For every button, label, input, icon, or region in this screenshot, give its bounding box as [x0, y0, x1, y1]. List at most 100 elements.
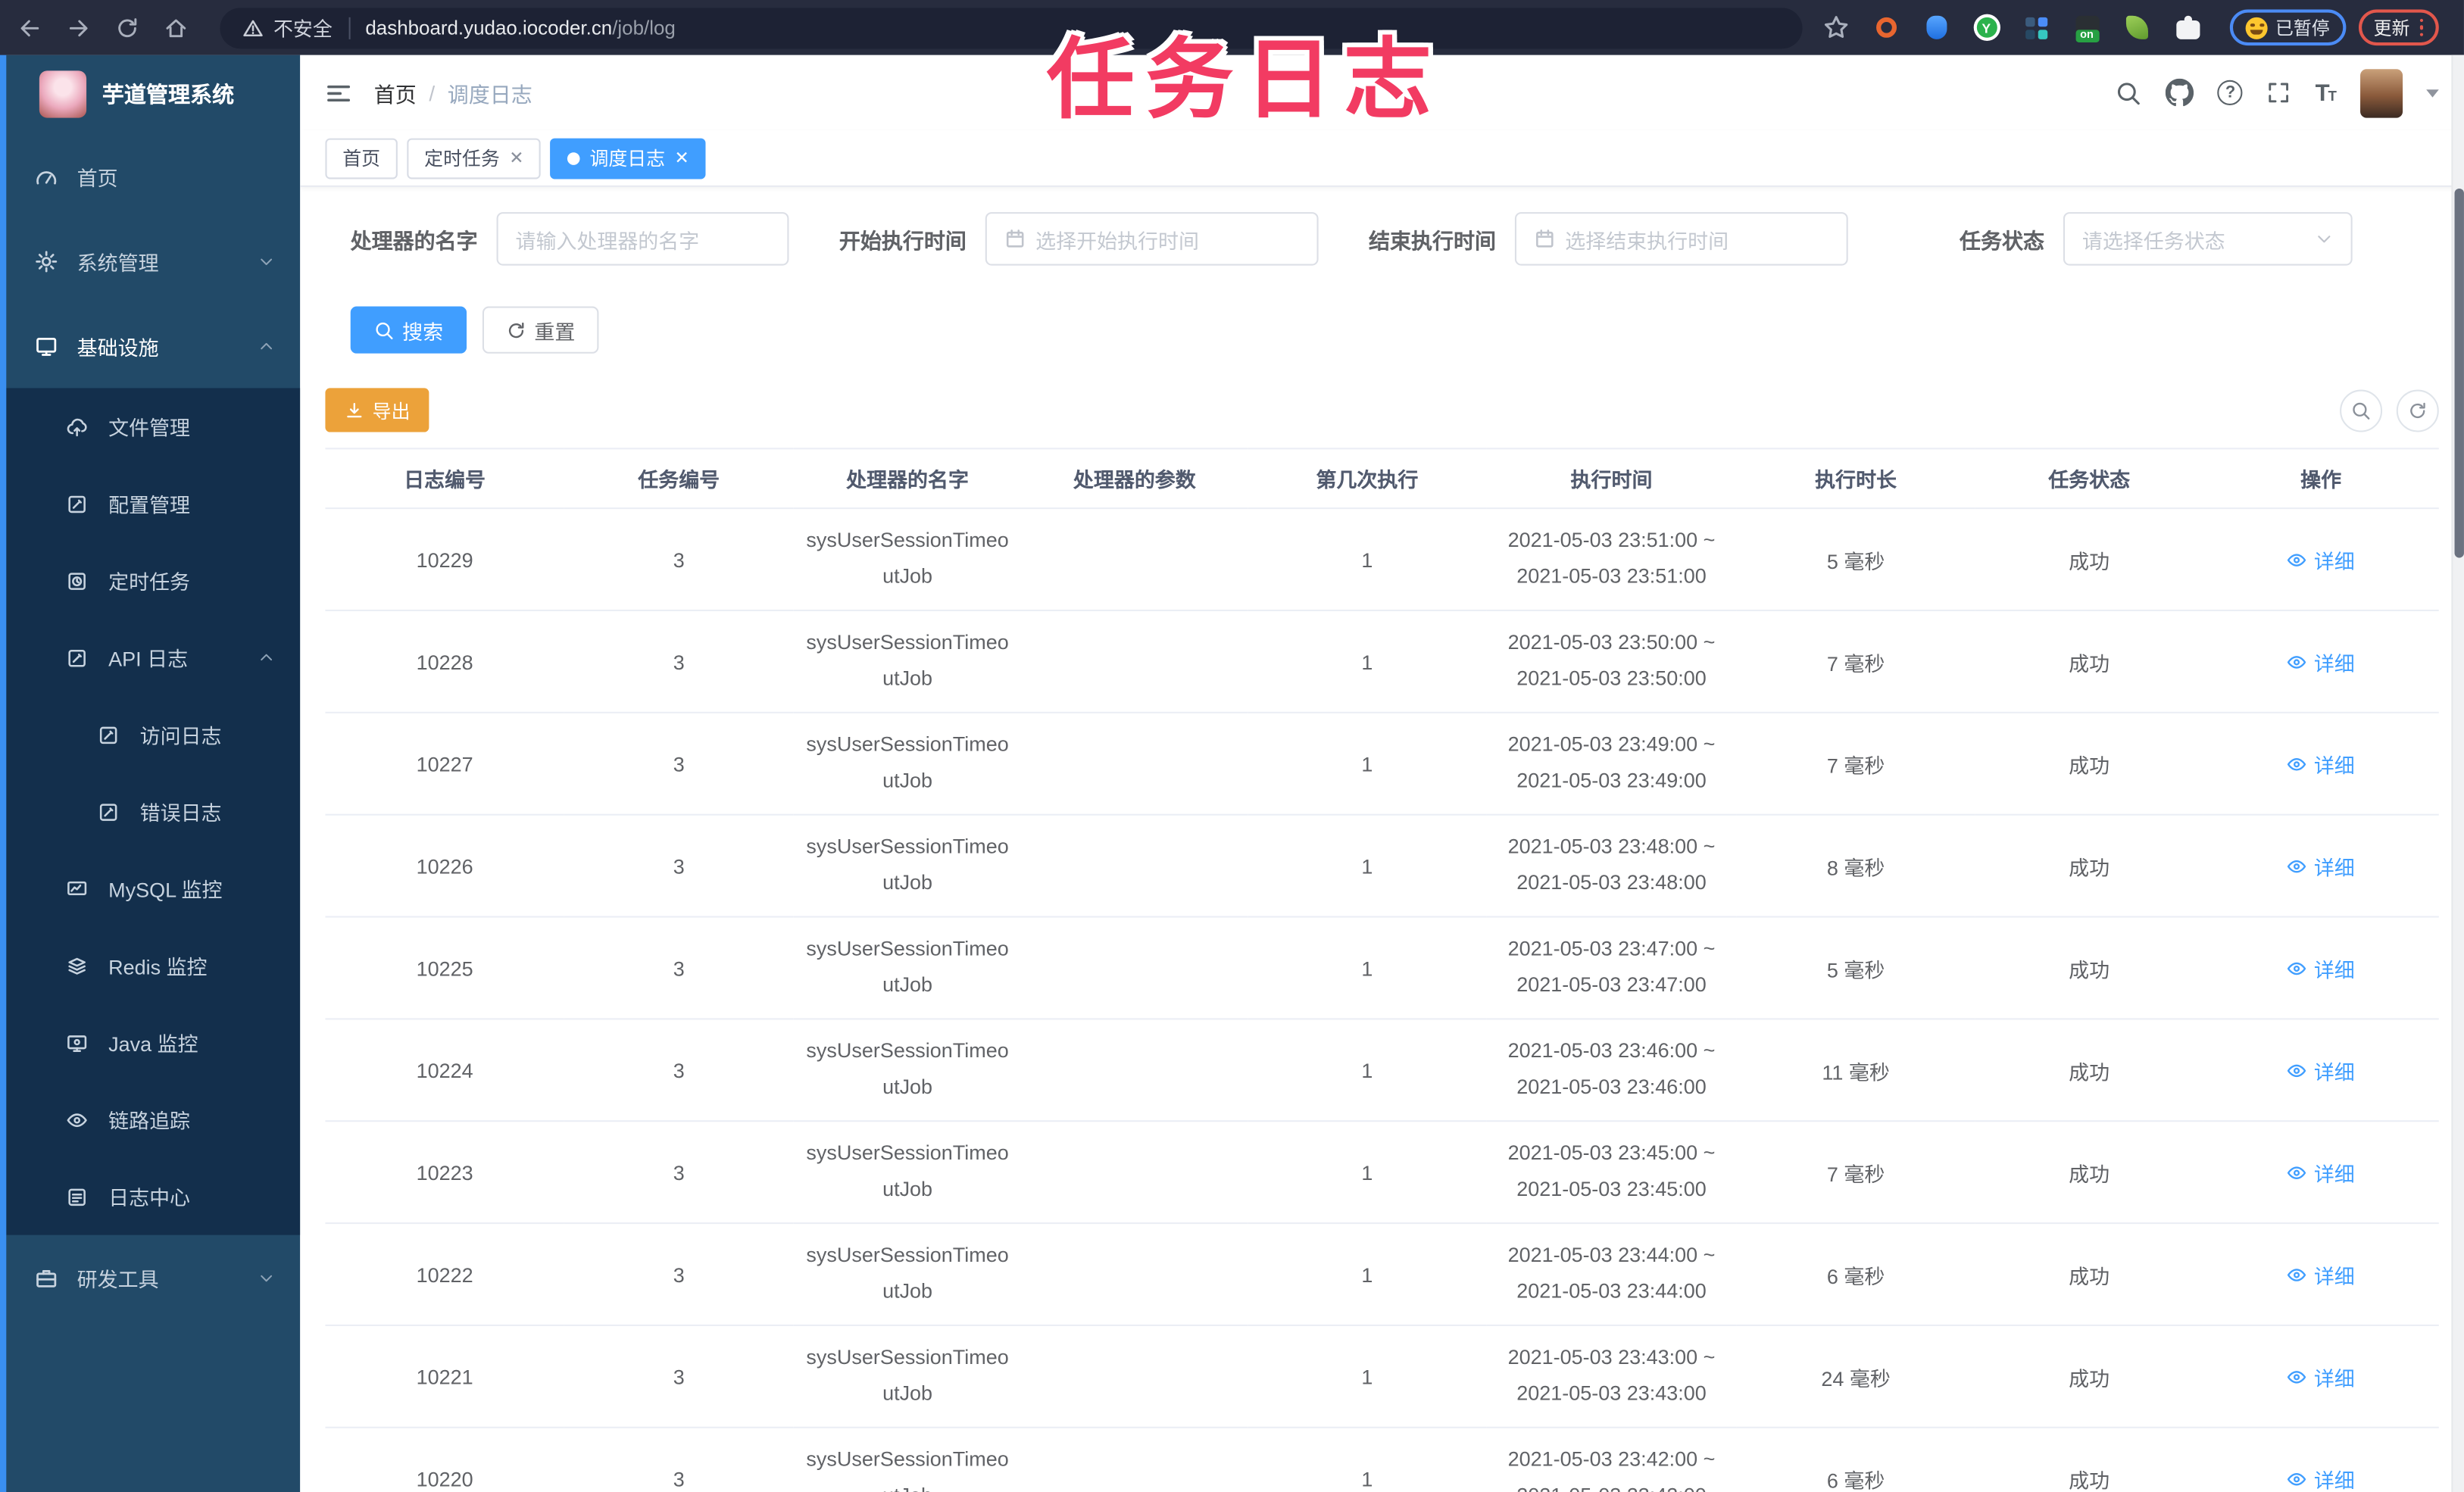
sidebar-item-error-logs[interactable]: 错误日志 — [0, 773, 300, 851]
cell-handler: sysUserSessionTimeoutJob — [793, 814, 1022, 918]
insecure-label[interactable]: 不安全 — [273, 13, 333, 42]
profile-paused-badge[interactable]: 已暂停 — [2229, 9, 2346, 46]
access-log-icon — [96, 722, 121, 747]
sidebar-item-config-mgmt[interactable]: 配置管理 — [0, 465, 300, 542]
forward-icon[interactable] — [58, 7, 99, 48]
detail-link[interactable]: 详细 — [2288, 1157, 2355, 1187]
extension-leaf-icon[interactable] — [2116, 7, 2157, 48]
cell-actions: 详细 — [2203, 1121, 2439, 1225]
cell-param — [1021, 814, 1248, 918]
sidebar-item-java-monitor[interactable]: Java 监控 — [0, 1004, 300, 1082]
tab-home[interactable]: 首页 — [325, 137, 398, 179]
help-icon[interactable]: ? — [2217, 80, 2244, 105]
calendar-icon — [1004, 228, 1026, 250]
search-icon[interactable] — [2116, 80, 2142, 106]
sidebar-item-system-mgmt[interactable]: 系统管理 — [0, 218, 300, 303]
bookmark-star-icon[interactable] — [1815, 7, 1856, 48]
url-path[interactable]: /job/log — [612, 17, 676, 39]
page-scrollbar[interactable] — [2451, 55, 2464, 1492]
cell-status: 成功 — [1975, 1019, 2203, 1122]
cell-times: 1 — [1248, 610, 1487, 713]
cell-job-id: 3 — [564, 1019, 794, 1122]
column-header: 日志编号 — [325, 448, 564, 510]
table-row: 10225 3 sysUserSessionTimeoutJob 1 2021-… — [325, 916, 2439, 1020]
sidebar-item-log-center[interactable]: 日志中心 — [0, 1158, 300, 1235]
end-time-input[interactable]: 选择结束执行时间 — [1514, 212, 1848, 266]
detail-link[interactable]: 详细 — [2288, 1055, 2355, 1085]
sidebar-item-infrastructure[interactable]: 基础设施 — [0, 303, 300, 388]
detail-link[interactable]: 详细 — [2288, 545, 2355, 574]
github-icon[interactable] — [2166, 78, 2194, 107]
back-icon[interactable] — [9, 7, 50, 48]
sidebar-item-redis-monitor[interactable]: Redis 监控 — [0, 927, 300, 1004]
user-menu-caret-icon[interactable] — [2426, 89, 2439, 97]
collapse-sidebar-icon[interactable] — [325, 80, 351, 106]
column-header: 任务编号 — [564, 448, 794, 510]
browser-update-button[interactable]: 更新 — [2357, 9, 2439, 46]
close-icon[interactable]: ✕ — [509, 148, 523, 168]
detail-link[interactable]: 详细 — [2288, 851, 2355, 880]
address-bar[interactable]: 不安全 dashboard.yudao.iocoder.cn/job/log — [220, 7, 1803, 48]
export-button[interactable]: 导出 — [325, 388, 429, 432]
extension-on-badge-icon[interactable]: on — [2066, 7, 2107, 48]
tab-scheduled-jobs[interactable]: 定时任务 ✕ — [407, 137, 542, 179]
dashboard-icon — [33, 164, 58, 189]
fullscreen-icon[interactable] — [2266, 80, 2291, 105]
user-avatar[interactable] — [2360, 68, 2403, 117]
detail-link[interactable]: 详细 — [2288, 1362, 2355, 1391]
table-row: 10227 3 sysUserSessionTimeoutJob 1 2021-… — [325, 712, 2439, 816]
sidebar-item-scheduled-jobs[interactable]: 定时任务 — [0, 542, 300, 620]
cell-duration: 6 毫秒 — [1736, 1223, 1975, 1326]
home-icon[interactable] — [155, 7, 196, 48]
column-header: 执行时长 — [1736, 448, 1975, 510]
job-status-select[interactable]: 请选择任务状态 — [2063, 212, 2353, 266]
refresh-icon[interactable] — [2396, 389, 2439, 432]
browser-menu-icon[interactable] — [2419, 18, 2424, 37]
detail-link[interactable]: 详细 — [2288, 749, 2355, 779]
extension-orange-icon[interactable] — [1866, 7, 1907, 48]
detail-link[interactable]: 详细 — [2288, 1259, 2355, 1289]
filter-label-end-time: 结束执行时间 — [1368, 229, 1497, 254]
sidebar-item-access-logs[interactable]: 访问日志 — [0, 696, 300, 773]
cell-status: 成功 — [1975, 1325, 2203, 1428]
sidebar-item-file-mgmt[interactable]: 文件管理 — [0, 388, 300, 465]
cell-log-id: 10221 — [325, 1325, 564, 1428]
column-header: 处理器的名字 — [793, 448, 1022, 510]
font-size-icon[interactable]: TT — [2316, 81, 2337, 105]
sidebar-item-home[interactable]: 首页 — [0, 133, 300, 218]
detail-link[interactable]: 详细 — [2288, 647, 2355, 676]
toggle-search-icon[interactable] — [2340, 389, 2383, 432]
sidebar-item-dev-tools[interactable]: 研发工具 — [0, 1235, 300, 1320]
insecure-warning-icon — [242, 17, 264, 39]
reset-button[interactable]: 重置 — [482, 306, 599, 354]
detail-link[interactable]: 详细 — [2288, 953, 2355, 982]
sidebar-item-mysql-monitor[interactable]: MySQL 监控 — [0, 850, 300, 927]
reload-icon[interactable] — [107, 7, 148, 48]
breadcrumb: 首页 / 调度日志 — [374, 77, 532, 108]
sidebar-item-trace[interactable]: 链路追踪 — [0, 1081, 300, 1158]
handler-name-input[interactable]: 请输入处理器的名字 — [496, 212, 789, 266]
scrollbar-thumb[interactable] — [2454, 188, 2463, 558]
cell-exec-time: 2021-05-03 23:50:00 ~2021-05-03 23:50:00 — [1486, 610, 1737, 713]
cell-times: 1 — [1248, 712, 1487, 816]
extension-green-y-icon[interactable]: Y — [1966, 7, 2006, 48]
tab-job-log[interactable]: 调度日志 ✕ — [550, 137, 707, 179]
extension-blue-icon[interactable] — [1916, 7, 1957, 48]
extension-puzzle-icon[interactable] — [2167, 7, 2208, 48]
close-icon[interactable]: ✕ — [675, 148, 689, 168]
cell-status: 成功 — [1975, 712, 2203, 816]
cell-status: 成功 — [1975, 1121, 2203, 1225]
url-host[interactable]: dashboard.yudao.iocoder.cn — [365, 17, 612, 39]
app-logo[interactable]: 芋道管理系统 — [0, 55, 300, 134]
extension-grid-icon[interactable] — [2016, 7, 2057, 48]
cell-job-id: 3 — [564, 916, 794, 1020]
cell-actions: 详细 — [2203, 610, 2439, 713]
breadcrumb-home[interactable]: 首页 — [374, 77, 417, 108]
address-divider — [348, 16, 350, 39]
search-button[interactable]: 搜索 — [350, 306, 467, 354]
begin-time-input[interactable]: 选择开始执行时间 — [985, 212, 1319, 266]
table-row: 10226 3 sysUserSessionTimeoutJob 1 2021-… — [325, 814, 2439, 918]
sidebar-item-api-logs[interactable]: API 日志 — [0, 619, 300, 696]
detail-link[interactable]: 详细 — [2288, 1463, 2355, 1492]
cell-log-id: 10226 — [325, 814, 564, 918]
